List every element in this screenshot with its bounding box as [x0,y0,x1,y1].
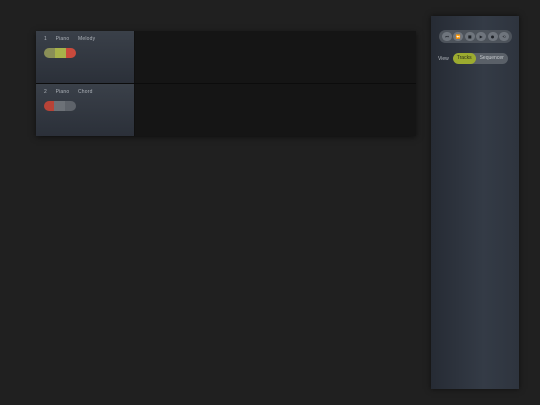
transport-bar: ⏮ ⏪ ■ ▶ ● ⟲ [439,30,512,43]
record-icon[interactable]: ● [487,32,498,41]
view-label: View [438,55,449,62]
view-option-tracks[interactable]: Tracks [452,53,476,64]
play-icon[interactable]: ▶ [476,32,487,41]
track-instrument: Piano [55,36,70,42]
track-row[interactable]: 1 Piano Melody [36,31,416,83]
track-number: 2 [44,89,47,95]
mute-toggle[interactable] [44,48,55,58]
solo-toggle[interactable] [55,48,66,58]
track-lane[interactable] [135,84,416,136]
track-controls-pill[interactable] [44,48,76,58]
view-switcher: View Tracks Sequencer [438,53,508,64]
mute-toggle[interactable] [44,101,54,111]
track-lane[interactable] [135,31,416,83]
rewind-icon[interactable]: ⏪ [453,32,464,41]
track-label: 1 Piano Melody [44,36,102,42]
track-name: Melody [77,36,96,42]
view-toggle[interactable]: Tracks Sequencer [452,53,508,64]
sidebar-panel: ⏮ ⏪ ■ ▶ ● ⟲ View Tracks Sequencer [431,16,519,389]
track-row[interactable]: 2 Piano Chord [36,83,416,136]
track-instrument: Piano [55,89,70,95]
skip-back-icon[interactable]: ⏮ [442,32,452,41]
record-arm-toggle[interactable] [65,101,76,111]
track-controls-pill[interactable] [44,101,76,111]
stop-icon[interactable]: ■ [464,32,475,41]
track-label: 2 Piano Chord [44,89,100,95]
track-header[interactable]: 2 Piano Chord [36,84,135,136]
track-name: Chord [77,89,93,95]
loop-icon[interactable]: ⟲ [498,32,509,41]
solo-toggle[interactable] [54,101,65,111]
view-option-sequencer[interactable]: Sequencer [476,53,508,64]
record-arm-toggle[interactable] [66,48,76,58]
tracks-panel: 1 Piano Melody 2 Piano Chord [36,31,416,136]
track-header[interactable]: 1 Piano Melody [36,31,135,83]
track-number: 1 [44,36,47,42]
